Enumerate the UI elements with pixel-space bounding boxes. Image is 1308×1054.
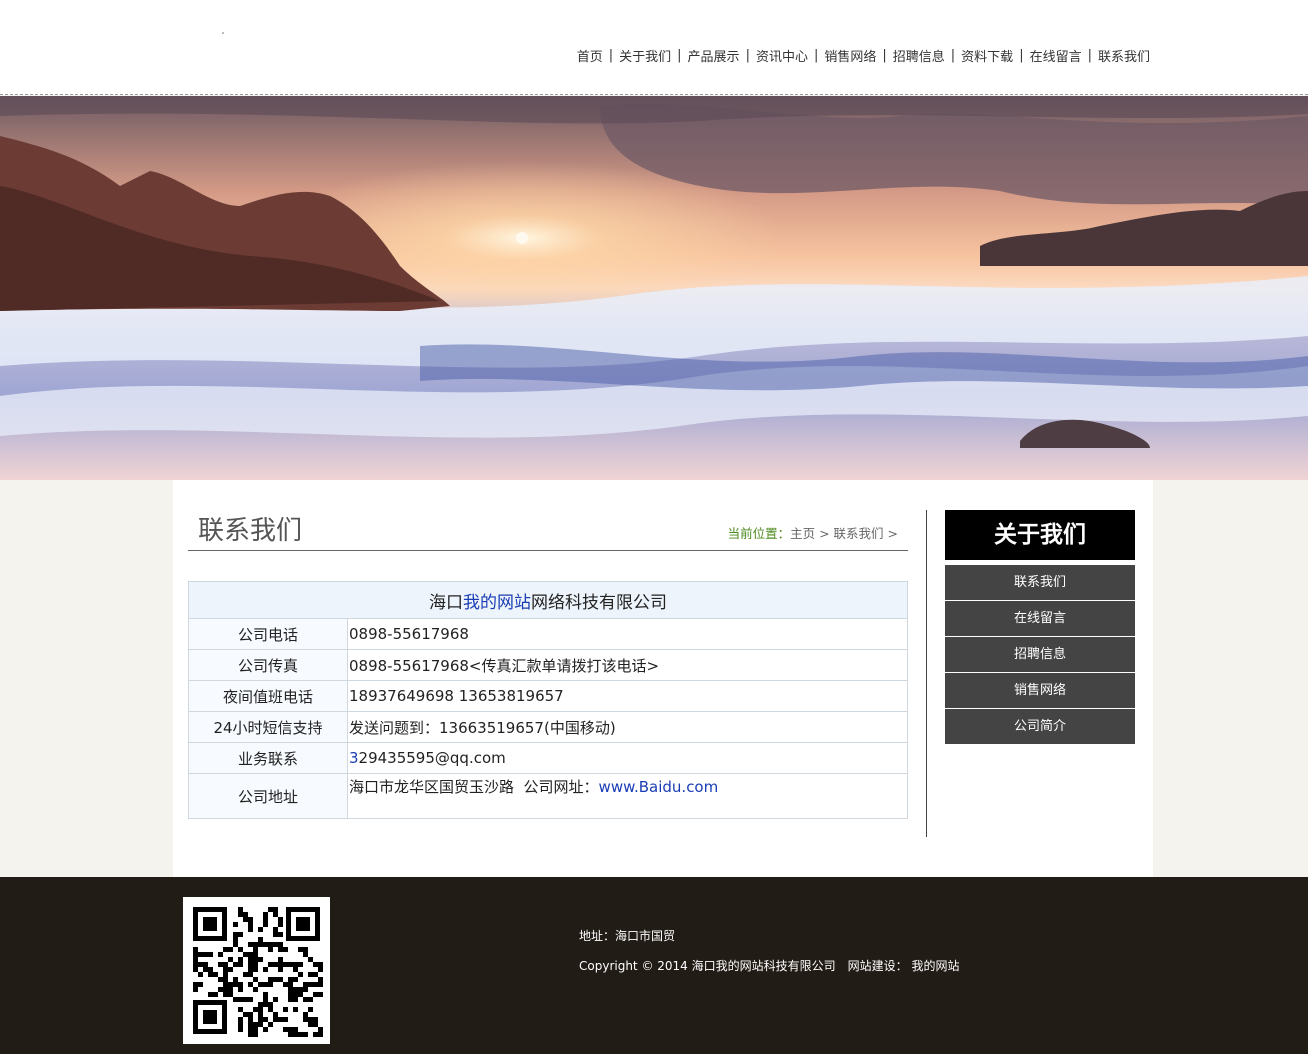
nav-separator: | — [608, 48, 614, 63]
company-highlight: 我的网站 — [463, 592, 531, 613]
nav-jobs[interactable]: 招聘信息 — [893, 46, 945, 65]
nav-products[interactable]: 产品展示 — [688, 46, 740, 65]
sidebar-item-guestbook[interactable]: 在线留言 — [945, 601, 1135, 636]
site-header: 首页 | 关于我们 | 产品展示 | 资讯中心 | 销售网络 | 招聘信息 | … — [0, 0, 1308, 95]
table-row: 业务联系 329435595@qq.com — [188, 742, 908, 774]
nav-separator: | — [745, 48, 750, 63]
sidebar-menu: 联系我们 在线留言 招聘信息 销售网络 公司简介 — [945, 565, 1135, 745]
built-by-link[interactable]: 我的网站 — [911, 959, 959, 973]
row-label: 业务联系 — [188, 742, 348, 774]
nav-guestbook[interactable]: 在线留言 — [1030, 46, 1082, 65]
row-label: 公司地址 — [188, 773, 348, 819]
page-title: 联系我们 — [198, 516, 303, 546]
table-header-row: 海口我的网站网络科技有限公司 — [188, 581, 908, 619]
footer-copyright: Copyright © 2014 海口我的网站科技有限公司 网站建设： 我的网站 — [579, 957, 959, 974]
table-row: 夜间值班电话 18937649698 13653819657 — [188, 680, 908, 712]
breadcrumb-sep: > — [815, 526, 834, 541]
website-link[interactable]: www.Baidu.com — [599, 778, 719, 796]
breadcrumb-home-link[interactable]: 主页 — [790, 526, 815, 541]
breadcrumb-current-link[interactable]: 联系我们 — [834, 526, 884, 541]
sidebar-item-contact[interactable]: 联系我们 — [945, 565, 1135, 600]
table-row: 公司传真 0898-55617968<传真汇款单请拨打该电话> — [188, 649, 908, 681]
table-row: 24小时短信支持 发送问题到：13663519657(中国移动) — [188, 711, 908, 743]
sidebar-item-sales[interactable]: 销售网络 — [945, 673, 1135, 708]
company-name: 海口我的网站网络科技有限公司 — [188, 581, 908, 619]
row-label: 夜间值班电话 — [188, 680, 348, 712]
company-suffix: 网络科技有限公司 — [531, 592, 667, 613]
nav-separator: | — [677, 48, 682, 63]
nav-separator: | — [1087, 48, 1092, 63]
row-label: 公司传真 — [188, 649, 348, 681]
company-prefix: 海口 — [429, 592, 463, 613]
nav-sales[interactable]: 销售网络 — [824, 46, 876, 65]
breadcrumb-label: 当前位置： — [727, 526, 791, 541]
email-value: 329435595@qq.com — [347, 742, 908, 774]
address-value: 海口市龙华区国贸玉沙路 公司网址：www.Baidu.com — [347, 773, 908, 819]
logo — [222, 32, 224, 34]
column-divider — [926, 510, 927, 837]
hero-banner-image — [0, 96, 1308, 480]
nav-separator: | — [882, 48, 887, 63]
nav-contact[interactable]: 联系我们 — [1098, 46, 1150, 65]
nav-downloads[interactable]: 资料下载 — [961, 46, 1013, 65]
table-row: 公司地址 海口市龙华区国贸玉沙路 公司网址：www.Baidu.com — [188, 773, 908, 819]
row-value: 0898-55617968 — [347, 618, 908, 650]
nav-separator: | — [1019, 48, 1024, 63]
address-text: 海口市龙华区国贸玉沙路 公司网址： — [349, 778, 599, 796]
breadcrumb: 当前位置：主页 > 联系我们 > — [728, 523, 898, 542]
main-nav: 首页 | 关于我们 | 产品展示 | 资讯中心 | 销售网络 | 招聘信息 | … — [577, 46, 1150, 65]
row-value: 18937649698 13653819657 — [347, 680, 908, 712]
qr-code-icon — [183, 897, 330, 1044]
sidebar-title: 关于我们 — [945, 510, 1135, 560]
nav-news[interactable]: 资讯中心 — [756, 46, 808, 65]
nav-about[interactable]: 关于我们 — [619, 46, 671, 65]
sidebar-item-profile[interactable]: 公司简介 — [945, 709, 1135, 744]
nav-separator: | — [950, 48, 956, 63]
built-label: 网站建设： — [847, 959, 908, 973]
nav-home[interactable]: 首页 — [577, 46, 603, 65]
nav-separator: | — [813, 48, 819, 63]
breadcrumb-trail: > — [883, 526, 898, 541]
contact-table: 海口我的网站网络科技有限公司 公司电话 0898-55617968 公司传真 0… — [188, 581, 908, 819]
sidebar-item-jobs[interactable]: 招聘信息 — [945, 637, 1135, 672]
row-label: 24小时短信支持 — [188, 711, 348, 743]
row-label: 公司电话 — [188, 618, 348, 650]
email-rest: 29435595@qq.com — [358, 749, 506, 767]
email-first-char: 3 — [349, 749, 359, 767]
content-panel: 联系我们 当前位置：主页 > 联系我们 > 海口我的网站网络科技有限公司 公司电… — [173, 480, 1153, 877]
copyright-text: Copyright © 2014 海口我的网站科技有限公司 — [579, 959, 836, 973]
site-footer: 地址：海口市国贸 Copyright © 2014 海口我的网站科技有限公司 网站… — [0, 877, 1308, 1054]
table-row: 公司电话 0898-55617968 — [188, 618, 908, 650]
row-value: 0898-55617968<传真汇款单请拨打该电话> — [347, 649, 908, 681]
title-divider — [188, 550, 908, 551]
row-value: 发送问题到：13663519657(中国移动) — [347, 711, 908, 743]
footer-address: 地址：海口市国贸 — [579, 929, 676, 943]
